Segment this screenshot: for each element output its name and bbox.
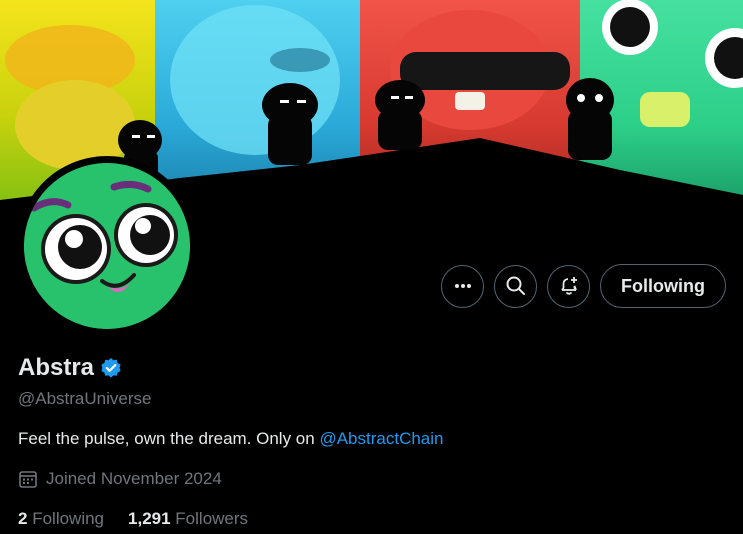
search-button[interactable]: [494, 264, 538, 308]
following-count: 2: [18, 509, 28, 528]
search-icon: [506, 276, 525, 295]
profile-actions: Following: [441, 264, 726, 308]
avatar-face: [24, 163, 190, 329]
following-button[interactable]: Following: [600, 264, 726, 308]
followers-count: 1,291: [128, 509, 171, 528]
bio-mention-link[interactable]: @AbstractChain: [319, 429, 443, 448]
more-icon: [454, 284, 471, 288]
notify-button[interactable]: [547, 264, 591, 308]
following-stat[interactable]: 2 Following: [18, 509, 104, 529]
profile-name-row: Abstra: [18, 354, 122, 382]
profile-stats: 2 Following 1,291 Followers: [18, 509, 248, 529]
bio-text: Feel the pulse, own the dream. Only on: [18, 429, 320, 448]
more-button[interactable]: [441, 264, 485, 308]
calendar-icon: [19, 471, 37, 488]
profile-handle: @AbstraUniverse: [18, 389, 152, 408]
followers-stat[interactable]: 1,291 Followers: [128, 509, 248, 529]
joined-text: Joined November 2024: [46, 469, 222, 488]
followers-label: Followers: [175, 509, 249, 528]
following-label: Following: [32, 509, 105, 528]
bell-plus-icon: [560, 277, 577, 295]
avatar[interactable]: [24, 163, 190, 329]
joined-date: Joined November 2024: [18, 469, 222, 489]
profile-bio: Feel the pulse, own the dream. Only on @…: [18, 429, 443, 449]
profile-name: Abstra: [18, 354, 95, 381]
verified-badge-icon[interactable]: [100, 357, 122, 379]
